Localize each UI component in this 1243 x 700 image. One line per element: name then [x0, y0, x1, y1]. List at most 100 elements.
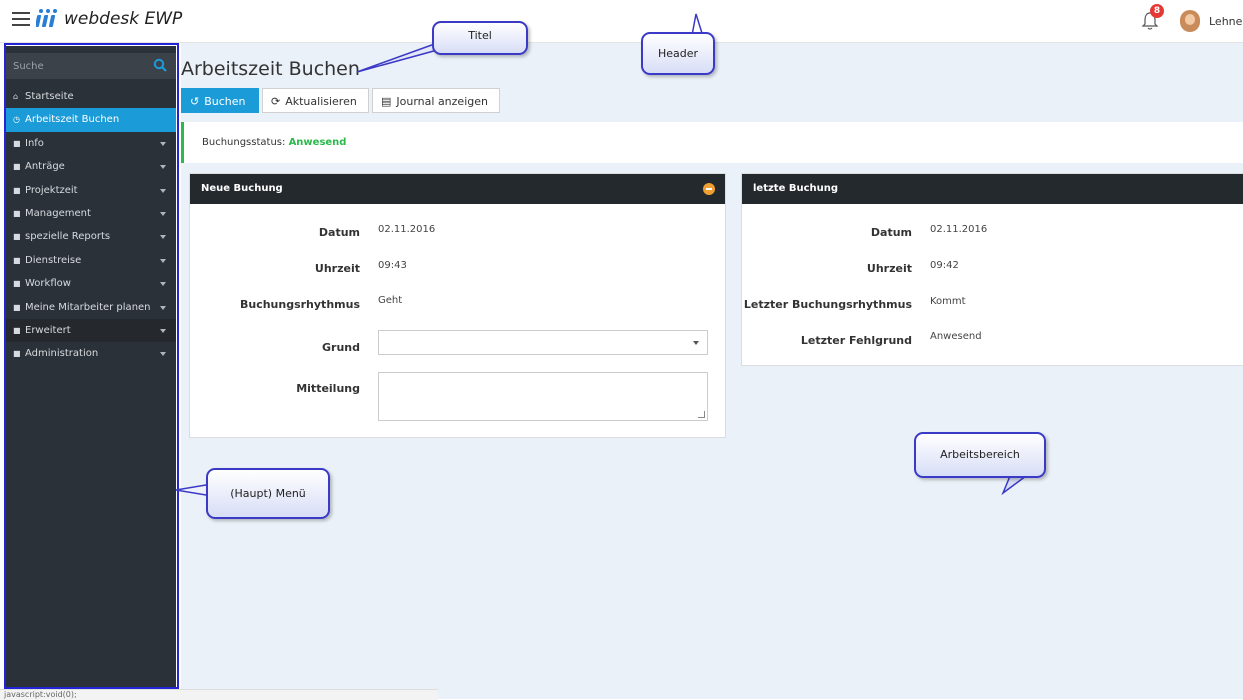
sidebar-item-startseite[interactable]: ⌂ Startseite [5, 85, 176, 108]
sidebar-item-erweitert[interactable]: ■ Erweitert [5, 318, 176, 343]
caret-down-icon [160, 211, 166, 216]
user-avatar[interactable] [1180, 10, 1200, 32]
folder-icon: ■ [13, 208, 21, 218]
folder-icon: ■ [13, 162, 21, 172]
refresh-icon: ⟳ [271, 95, 281, 108]
last-rhythm-value: Kommt [930, 296, 966, 307]
new-booking-panel-header: Neue Buchung [190, 174, 725, 204]
message-textarea[interactable] [378, 372, 708, 421]
date-value: 02.11.2016 [378, 224, 436, 235]
search-icon[interactable] [153, 58, 167, 72]
sidebar-item-dienstreise[interactable]: ■ Dienstreise [5, 249, 176, 272]
browser-status-url: javascript:void(0); [0, 689, 438, 700]
callout-header: Header [641, 32, 715, 75]
page-title: Arbeitszeit Buchen [181, 58, 360, 80]
new-booking-panel-title: Neue Buchung [201, 183, 283, 194]
time-label: Uhrzeit [314, 262, 360, 275]
last-date-label: Datum [870, 226, 912, 239]
folder-icon: ■ [13, 302, 21, 312]
sidebar-item-antraege[interactable]: ■ Anträge [5, 155, 176, 178]
rhythm-value: Geht [378, 295, 403, 306]
sidebar-item-info[interactable]: ■ Info [5, 132, 176, 155]
callout-menu: (Haupt) Menü [206, 468, 330, 519]
new-booking-panel: Neue Buchung Datum 02.11.2016 Uhrzeit 09… [189, 173, 726, 438]
sidebar-item-label: Workflow [25, 278, 71, 290]
notification-count-badge: 8 [1150, 4, 1164, 18]
sidebar-item-spezielle-reports[interactable]: ■ spezielle Reports [5, 225, 176, 248]
username-label[interactable]: Lehner [1209, 15, 1243, 28]
booking-status-value: Anwesend [288, 137, 347, 148]
sidebar-item-label: Projektzeit [25, 184, 78, 196]
booking-status-label: Buchungsstatus: [202, 137, 286, 148]
resize-handle-icon[interactable] [698, 411, 705, 418]
folder-icon: ■ [13, 255, 21, 265]
search-input[interactable]: Suche [13, 61, 44, 72]
sidebar-item-arbeitszeit-buchen[interactable]: ◷ Arbeitszeit Buchen [5, 108, 176, 132]
folder-icon: ■ [13, 138, 21, 148]
caret-down-icon [160, 328, 166, 333]
list-icon: ▤ [381, 95, 392, 108]
sidebar-item-workflow[interactable]: ■ Workflow [5, 272, 176, 295]
last-booking-panel-header: letzte Buchung [742, 174, 1243, 204]
sidebar-search[interactable]: Suche [5, 53, 176, 79]
folder-icon: ■ [13, 185, 21, 195]
last-absence-value: Anwesend [930, 331, 982, 342]
caret-down-icon [160, 188, 166, 193]
sidebar-item-label: Arbeitszeit Buchen [25, 114, 120, 126]
sidebar-item-label: Dienstreise [25, 254, 82, 266]
folder-icon: ■ [13, 349, 21, 359]
last-booking-panel: letzte Buchung Datum 02.11.2016 Uhrzeit … [741, 173, 1243, 366]
caret-down-icon [160, 282, 166, 287]
folder-icon: ■ [13, 279, 21, 289]
folder-icon: ■ [13, 232, 21, 242]
callout-title: Titel [432, 21, 528, 55]
caret-down-icon [160, 165, 166, 170]
show-journal-button-label: Journal anzeigen [396, 95, 488, 108]
caret-down-icon [160, 235, 166, 240]
caret-down-icon [160, 305, 166, 310]
last-time-value: 09:42 [930, 260, 959, 271]
time-value: 09:43 [378, 260, 407, 271]
refresh-button-label: Aktualisieren [285, 95, 357, 108]
last-rhythm-label: Letzter Buchungsrhythmus [743, 298, 912, 311]
hamburger-menu-icon[interactable] [12, 12, 30, 26]
clock-icon: ◷ [13, 115, 20, 125]
collapse-icon[interactable] [703, 183, 715, 195]
folder-icon: ■ [13, 325, 21, 335]
caret-down-icon [160, 141, 166, 146]
sidebar-item-meine-mitarbeiter-planen[interactable]: ■ Meine Mitarbeiter planen [5, 296, 176, 319]
sidebar-item-label: Management [25, 207, 91, 219]
undo-icon: ↺ [190, 95, 200, 108]
sidebar-item-projektzeit[interactable]: ■ Projektzeit [5, 179, 176, 202]
message-label: Mitteilung [296, 382, 360, 395]
sidebar-item-label: Startseite [25, 91, 74, 102]
booking-status: Buchungsstatus: Anwesend [202, 137, 346, 148]
app-logo-text: webdesk EWP [64, 9, 183, 29]
app-header: webdesk EWP 8 Lehner [0, 0, 1243, 43]
book-button-label: Buchen [204, 95, 246, 108]
last-absence-label: Letzter Fehlgrund [800, 334, 912, 347]
rhythm-label: Buchungsrhythmus [239, 298, 360, 311]
last-time-label: Uhrzeit [866, 262, 912, 275]
date-label: Datum [318, 226, 360, 239]
last-booking-panel-title: letzte Buchung [753, 183, 839, 194]
sidebar-item-management[interactable]: ■ Management [5, 202, 176, 225]
show-journal-button[interactable]: ▤ Journal anzeigen [372, 88, 500, 113]
sidebar-menu: ⌂ Startseite ◷ Arbeitszeit Buchen ■ Info ■ A… [5, 85, 176, 366]
sidebar-item-label: spezielle Reports [25, 231, 111, 243]
book-button[interactable]: ↺ Buchen [181, 88, 259, 113]
last-date-value: 02.11.2016 [930, 224, 988, 235]
sidebar-item-administration[interactable]: ■ Administration [5, 342, 176, 365]
refresh-button[interactable]: ⟳ Aktualisieren [262, 88, 369, 113]
caret-down-icon [160, 352, 166, 357]
reason-label: Grund [322, 341, 360, 354]
home-icon: ⌂ [13, 92, 19, 101]
chevron-down-icon [693, 341, 699, 345]
sidebar-item-label: Anträge [25, 161, 65, 173]
sidebar-item-label: Administration [25, 348, 99, 360]
sidebar-item-label: Meine Mitarbeiter planen [25, 301, 151, 313]
booking-status-bar: Buchungsstatus: Anwesend [181, 122, 1243, 163]
callout-workspace: Arbeitsbereich [914, 432, 1046, 478]
webdesk-logo-icon [36, 9, 57, 27]
reason-select[interactable] [378, 330, 708, 355]
